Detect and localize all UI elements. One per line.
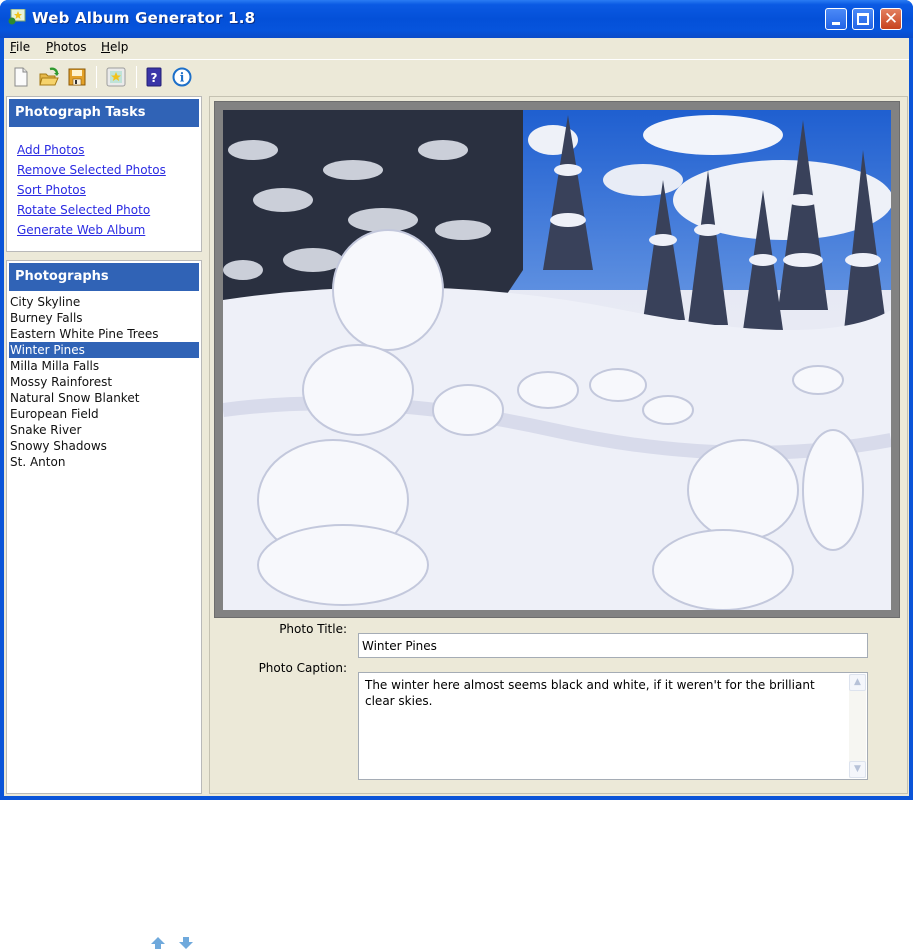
svg-text:i: i bbox=[180, 71, 185, 85]
photographs-header: Photographs bbox=[9, 263, 199, 291]
photo-list-item[interactable]: City Skyline bbox=[9, 294, 199, 310]
generate-web-album-link[interactable]: Generate Web Album bbox=[17, 220, 166, 240]
move-down-arrow-icon[interactable] bbox=[178, 936, 194, 950]
photograph-tasks-header: Photograph Tasks bbox=[9, 99, 199, 127]
toolbar-separator bbox=[96, 66, 97, 88]
remove-selected-photos-link[interactable]: Remove Selected Photos bbox=[17, 160, 166, 180]
menu-file-label: ile bbox=[16, 40, 31, 54]
photo-caption-text[interactable]: The winter here almost seems black and w… bbox=[365, 677, 843, 709]
menu-help-label: elp bbox=[110, 40, 129, 54]
photo-list-item[interactable]: Snake River bbox=[9, 422, 199, 438]
picture-star-icon[interactable] bbox=[105, 66, 127, 88]
app-icon bbox=[8, 9, 26, 25]
photo-list-item[interactable]: Milla Milla Falls bbox=[9, 358, 199, 374]
toolbar-separator bbox=[136, 66, 137, 88]
svg-text:?: ? bbox=[151, 71, 158, 85]
menu-photos[interactable]: Photos bbox=[46, 40, 87, 54]
photo-preview-image bbox=[223, 110, 891, 610]
close-icon: ✕ bbox=[883, 9, 899, 29]
info-icon[interactable]: i bbox=[171, 66, 193, 88]
menu-help[interactable]: Help bbox=[101, 40, 128, 54]
help-book-icon[interactable]: ? bbox=[143, 66, 165, 88]
menu-help-accel: H bbox=[101, 40, 111, 54]
scroll-up-icon[interactable]: ▲ bbox=[849, 674, 866, 691]
window-title: Web Album Generator 1.8 bbox=[32, 9, 256, 27]
app-window: Web Album Generator 1.8 ✕ File Photos He… bbox=[0, 0, 913, 949]
task-links: Add Photos Remove Selected Photos Sort P… bbox=[17, 140, 166, 240]
menu-photos-label: hotos bbox=[53, 40, 87, 54]
caption-scrollbar[interactable]: ▲ ▼ bbox=[849, 674, 866, 778]
menu-file[interactable]: File bbox=[10, 40, 30, 54]
save-disk-icon[interactable] bbox=[66, 66, 88, 88]
photographs-panel: Photographs City Skyline Burney Falls Ea… bbox=[6, 260, 202, 949]
client-area: File Photos Help ? i Photograph Tasks Ad… bbox=[4, 38, 909, 949]
toolbar: ? i bbox=[4, 59, 909, 93]
maximize-button[interactable] bbox=[852, 8, 874, 30]
open-folder-icon[interactable] bbox=[38, 66, 60, 88]
photo-list-item[interactable]: Natural Snow Blanket bbox=[9, 390, 199, 406]
minimize-button[interactable] bbox=[825, 8, 847, 30]
photo-list-item-selected[interactable]: Winter Pines bbox=[9, 342, 199, 358]
close-button[interactable]: ✕ bbox=[880, 8, 902, 30]
new-document-icon[interactable] bbox=[10, 66, 32, 88]
minimize-icon bbox=[832, 22, 840, 25]
photo-preview-frame bbox=[214, 101, 900, 618]
photo-title-input[interactable] bbox=[358, 633, 868, 658]
photo-title-label: Photo Title: bbox=[279, 622, 347, 636]
photograph-tasks-panel: Photograph Tasks Add Photos Remove Selec… bbox=[6, 96, 202, 252]
maximize-icon bbox=[857, 13, 869, 25]
photo-caption-textarea[interactable]: The winter here almost seems black and w… bbox=[358, 672, 868, 780]
left-panel: Photograph Tasks Add Photos Remove Selec… bbox=[6, 96, 202, 949]
title-bar[interactable]: Web Album Generator 1.8 ✕ bbox=[0, 0, 913, 38]
photo-list-item[interactable]: Mossy Rainforest bbox=[9, 374, 199, 390]
photo-list-item[interactable]: Eastern White Pine Trees bbox=[9, 326, 199, 342]
photo-list-item[interactable]: Snowy Shadows bbox=[9, 438, 199, 454]
photo-list-item[interactable]: St. Anton bbox=[9, 454, 199, 470]
photo-list-item[interactable]: European Field bbox=[9, 406, 199, 422]
right-panel: Photo Title: Photo Caption: The winter h… bbox=[209, 96, 908, 794]
scroll-down-icon[interactable]: ▼ bbox=[849, 761, 866, 778]
rotate-selected-photo-link[interactable]: Rotate Selected Photo bbox=[17, 200, 166, 220]
photo-list[interactable]: City Skyline Burney Falls Eastern White … bbox=[9, 294, 199, 470]
sort-photos-link[interactable]: Sort Photos bbox=[17, 180, 166, 200]
add-photos-link[interactable]: Add Photos bbox=[17, 140, 166, 160]
photo-list-item[interactable]: Burney Falls bbox=[9, 310, 199, 326]
menu-bar: File Photos Help bbox=[4, 38, 909, 58]
photo-caption-label: Photo Caption: bbox=[258, 661, 347, 675]
move-up-arrow-icon[interactable] bbox=[150, 936, 166, 950]
